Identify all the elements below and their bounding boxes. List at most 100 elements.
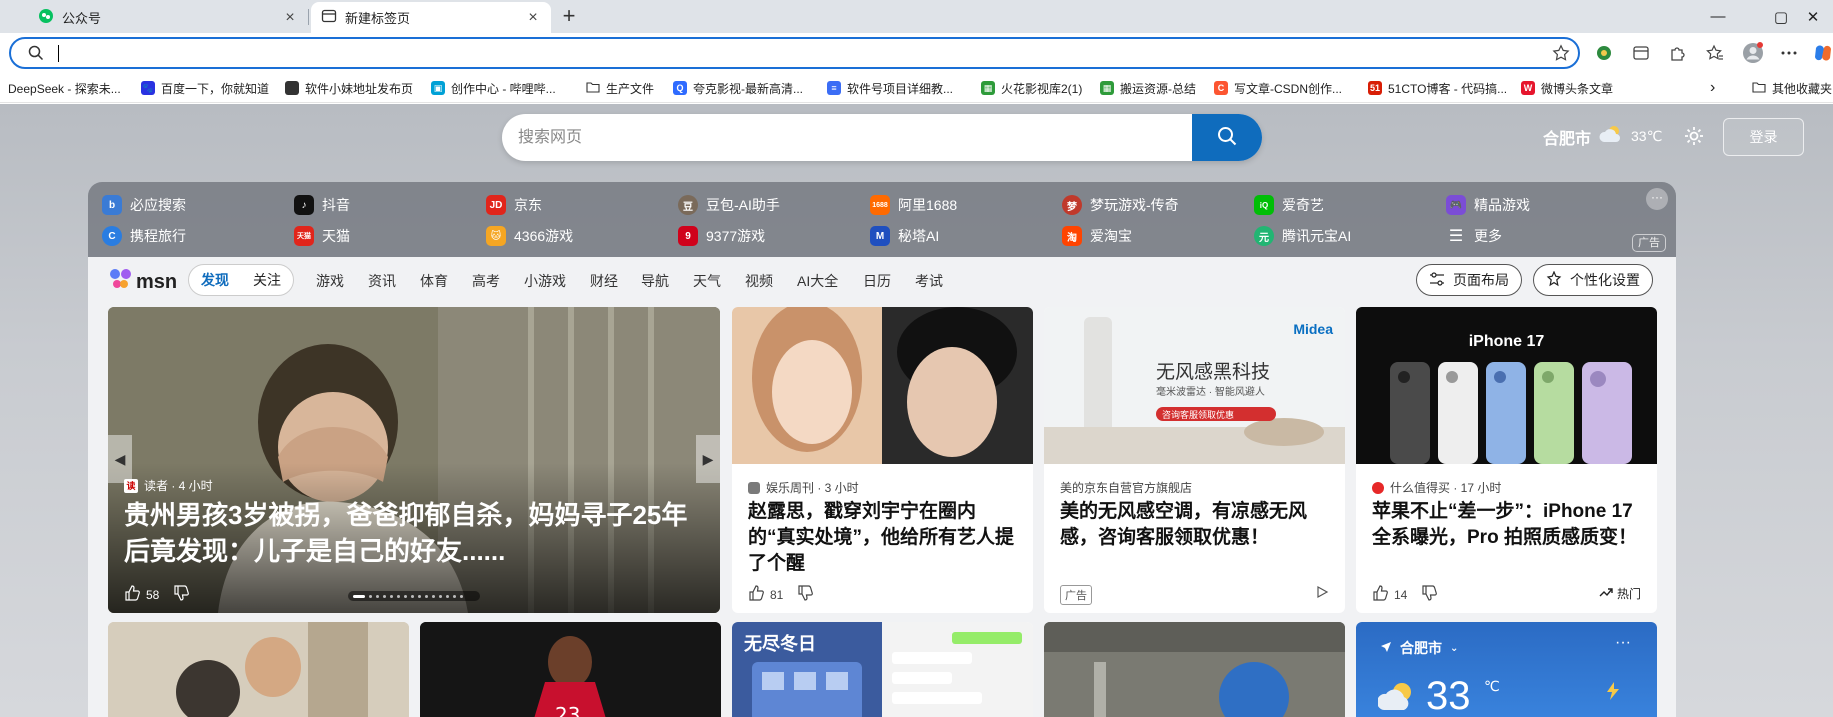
favorites-icon[interactable] — [1702, 40, 1728, 66]
extensions-puzzle-icon[interactable] — [1664, 40, 1690, 66]
other-favorites-folder[interactable]: 其他收藏夹 — [1752, 79, 1832, 97]
nav-video[interactable]: 视频 — [745, 271, 773, 291]
quick-link-mengwan[interactable]: 梦梦玩游戏-传奇 — [1062, 194, 1179, 216]
quick-link-more[interactable]: ☰ 更多 — [1446, 225, 1502, 247]
tab-new-tab[interactable]: 新建标签页 × — [311, 2, 551, 33]
news-card-iphone[interactable]: iPhone 17 什么值得买 · 17 小时 苹果不止“差一步”：iPhone… — [1356, 307, 1657, 613]
news-image: 23 — [420, 622, 721, 717]
tab-following[interactable]: 关注 — [241, 270, 293, 290]
favorite-item[interactable]: ≡ 软件号项目详细教... — [827, 79, 953, 97]
nav-gaokao[interactable]: 高考 — [472, 271, 500, 291]
nav-exam[interactable]: 考试 — [915, 271, 943, 291]
news-card-entertainment[interactable]: 娱乐周刊 · 3 小时 赵露思，戳穿刘宇宁在圈内的“真实处境”，他给所有艺人提了… — [732, 307, 1033, 613]
thumbs-up-icon[interactable] — [748, 585, 764, 604]
quick-link-iqiyi[interactable]: iQ 爱奇艺 — [1254, 194, 1324, 216]
feed-mode-toggle: 发现 关注 — [188, 264, 294, 296]
quick-links-options-icon[interactable]: ··· — [1646, 188, 1668, 210]
page-layout-button[interactable]: 页面布局 — [1416, 264, 1522, 296]
news-title[interactable]: 赵露思，戳穿刘宇宁在圈内的“真实处境”，他给所有艺人提了个醒 — [748, 499, 1018, 577]
favorite-item[interactable]: ▦ 火花影视库2(1) — [981, 79, 1082, 97]
carousel-indicators[interactable] — [348, 591, 480, 601]
favorite-label: 写文章-CSDN创作... — [1234, 81, 1343, 96]
quick-link-doubao[interactable]: 豆豆包-AI助手 — [678, 194, 780, 216]
quick-link-aitaobao[interactable]: 淘爱淘宝 — [1062, 225, 1132, 247]
extension-icon[interactable] — [1591, 40, 1617, 66]
thumbs-down-icon[interactable] — [1421, 585, 1438, 604]
hero-headline[interactable]: 贵州男孩3岁被拐，爸爸抑郁自杀，妈妈寻子25年后竟发现：儿子是自己的好友....… — [124, 497, 709, 569]
close-window-button[interactable]: ✕ — [1793, 0, 1833, 33]
quick-link-1688[interactable]: 1688 阿里1688 — [870, 194, 957, 216]
weather-card-city[interactable]: 合肥市 ⌄ — [1380, 638, 1458, 658]
minimize-button[interactable]: — — [1695, 0, 1741, 33]
page-settings-gear-icon[interactable] — [1683, 125, 1705, 150]
nav-calendar[interactable]: 日历 — [863, 271, 891, 291]
favorite-item[interactable]: DeepSeek - 探索未... — [8, 79, 121, 97]
favorite-item[interactable]: C 写文章-CSDN创作... — [1214, 79, 1342, 97]
ad-choices-icon[interactable] — [1315, 585, 1329, 599]
search-button[interactable] — [1192, 114, 1262, 161]
nav-news[interactable]: 资讯 — [368, 271, 396, 291]
tab-discover[interactable]: 发现 — [189, 270, 241, 290]
quick-link-tmall[interactable]: 天猫 天猫 — [294, 225, 350, 247]
ad-card-midea[interactable]: Midea 无风感黑科技 毫米波雷达 · 智能风避人 咨询客服领取优惠 美的京东… — [1044, 307, 1345, 613]
quick-link-yuanbao[interactable]: 元腾讯元宝AI — [1254, 225, 1351, 247]
personalize-button[interactable]: 个性化设置 — [1533, 264, 1653, 296]
news-card-row2[interactable] — [108, 622, 409, 717]
nav-mini-games[interactable]: 小游戏 — [524, 271, 566, 291]
news-card-row2[interactable] — [1044, 622, 1345, 717]
quick-link-jd[interactable]: JD 京东 — [486, 194, 542, 216]
news-card-row2[interactable]: 无尽冬日 — [732, 622, 1033, 717]
weather-more-icon[interactable]: ··· — [1615, 634, 1631, 652]
more-menu-icon[interactable] — [1776, 40, 1802, 66]
nav-ai[interactable]: AI大全 — [797, 271, 838, 291]
favorites-overflow-chevron-icon[interactable]: › — [1710, 79, 1715, 97]
quick-link-bing[interactable]: b 必应搜索 — [102, 194, 186, 216]
tab-close-icon[interactable]: × — [282, 9, 298, 27]
nav-finance[interactable]: 财经 — [590, 271, 618, 291]
weather-card[interactable]: 合肥市 ⌄ ··· 33 ℃ — [1356, 622, 1657, 717]
address-bar[interactable] — [9, 37, 1580, 69]
favorite-item[interactable]: 🐾 百度一下，你就知道 — [141, 79, 269, 97]
thumbs-up-icon[interactable] — [1372, 585, 1388, 604]
web-search-box[interactable] — [502, 114, 1262, 161]
collections-icon[interactable] — [1628, 40, 1654, 66]
login-button[interactable]: 登录 — [1723, 118, 1804, 156]
hero-prev-chevron-icon[interactable]: ◀ — [108, 435, 132, 483]
profile-avatar-icon[interactable] — [1740, 40, 1766, 66]
tab-close-icon[interactable]: × — [525, 9, 541, 27]
hero-news-card[interactable]: ◀ ▶ 读读者 · 4 小时 贵州男孩3岁被拐，爸爸抑郁自杀，妈妈寻子25年后竟… — [108, 307, 720, 613]
quick-link-games[interactable]: 🎮 精品游戏 — [1446, 194, 1530, 216]
favorite-item[interactable]: W 微博头条文章 — [1521, 79, 1613, 97]
thumbs-down-icon[interactable] — [797, 585, 814, 604]
news-title[interactable]: 苹果不止“差一步”：iPhone 17 全系曝光，Pro 拍照质感质变！ — [1372, 499, 1642, 551]
favorite-item[interactable]: ▣ 创作中心 - 哔哩哔... — [431, 79, 556, 97]
news-meta: 什么值得买 · 17 小时 — [1372, 479, 1501, 496]
new-tab-button[interactable]: + — [556, 4, 582, 30]
web-search-input[interactable] — [502, 114, 1192, 161]
quick-link-douyin[interactable]: ♪ 抖音 — [294, 194, 350, 216]
news-card-row2[interactable]: 23 — [420, 622, 721, 717]
nav-games[interactable]: 游戏 — [316, 271, 344, 291]
weather-widget[interactable]: 合肥市 33℃ — [1543, 124, 1662, 149]
quick-link-4366[interactable]: 🐱 4366游戏 — [486, 225, 573, 247]
quick-link-9377[interactable]: 9 9377游戏 — [678, 225, 765, 247]
favorite-item[interactable]: Q 夸克影视-最新高清... — [673, 79, 803, 97]
msn-logo[interactable]: msn — [108, 267, 177, 297]
nav-navigation[interactable]: 导航 — [641, 271, 669, 291]
favorite-item[interactable]: ▦ 搬运资源-总结 — [1100, 79, 1196, 97]
quick-link-ctrip[interactable]: C 携程旅行 — [102, 225, 186, 247]
nav-sports[interactable]: 体育 — [420, 271, 448, 291]
nav-weather[interactable]: 天气 — [693, 271, 721, 291]
hero-next-chevron-icon[interactable]: ▶ — [696, 435, 720, 483]
favorite-item[interactable]: 软件小妹地址发布页 — [285, 79, 413, 97]
quick-link-metaso[interactable]: M 秘塔AI — [870, 225, 939, 247]
tab-favicon-icon — [38, 8, 54, 27]
favorite-star-icon[interactable] — [1552, 44, 1570, 65]
copilot-icon[interactable] — [1810, 40, 1833, 66]
favorite-item[interactable]: 51 51CTO博客 - 代码搞... — [1368, 79, 1507, 97]
ad-title[interactable]: 美的无风感空调，有凉感无风感，咨询客服领取优惠！ — [1060, 499, 1330, 551]
tab-gongzhonghao[interactable]: 公众号 × — [28, 2, 308, 33]
thumbs-up-icon[interactable] — [124, 585, 140, 604]
favorite-folder[interactable]: 生产文件 — [586, 79, 654, 97]
thumbs-down-icon[interactable] — [173, 585, 190, 604]
